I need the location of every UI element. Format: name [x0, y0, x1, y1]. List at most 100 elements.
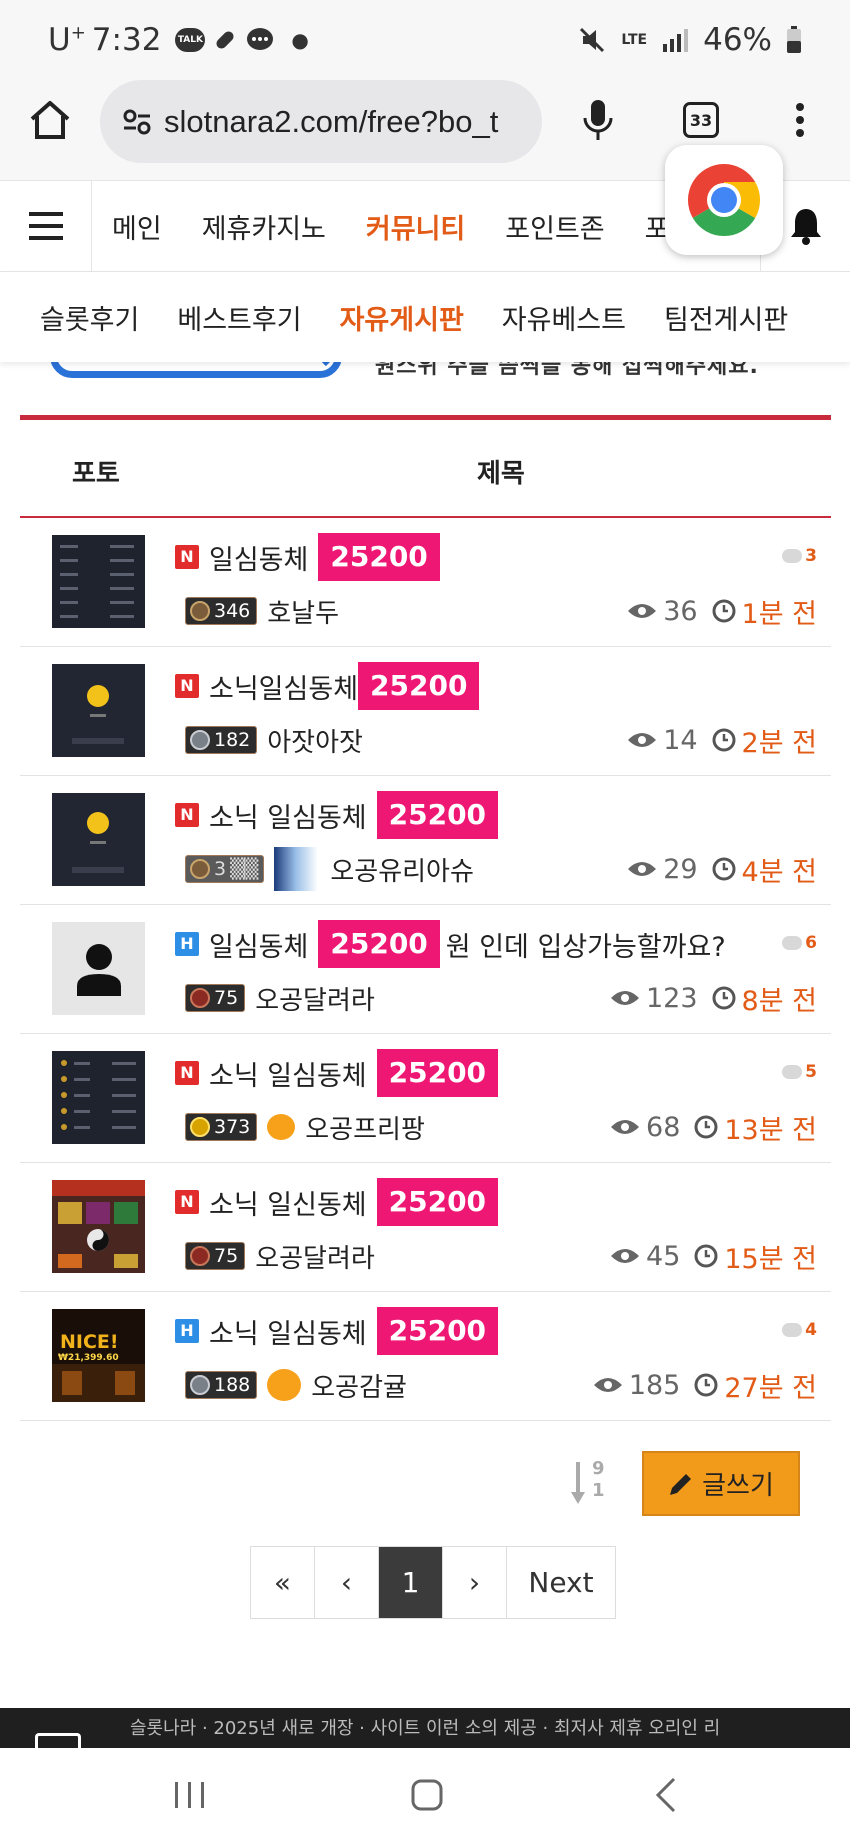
battery-icon [787, 26, 801, 53]
post-thumbnail[interactable] [52, 793, 145, 886]
view-count: 29 [663, 853, 698, 885]
voice-search-button[interactable] [570, 92, 626, 148]
home-icon [30, 101, 70, 139]
post-title[interactable]: N 소닉일심동체 25200 [175, 662, 480, 710]
clock-icon [694, 1115, 718, 1139]
post-row[interactable]: N 일심동체 25200 3 346 호날두 36 1분 전 [20, 518, 831, 647]
post-row[interactable]: N 소닉일심동체 25200 182 아잣아잣 14 2분 전 [20, 647, 831, 776]
post-title[interactable]: N 소닉 일심동체 25200 [175, 1049, 499, 1097]
post-thumbnail[interactable] [52, 1180, 145, 1273]
home-nav-button[interactable] [397, 1768, 457, 1822]
page-next-button[interactable]: Next [507, 1547, 615, 1618]
post-author[interactable]: 3 ▒▒ 오공유리아슈 [185, 847, 474, 891]
amount-tag: 25200 [318, 920, 440, 968]
comment-icon [782, 1065, 803, 1079]
post-row[interactable]: N 소닉 일심동체 25200 3 ▒▒ 오공유리아슈 29 4분 전 [20, 776, 831, 905]
write-button[interactable]: 글쓰기 [642, 1451, 800, 1516]
clock-icon [694, 1244, 718, 1268]
home-button[interactable] [22, 92, 78, 148]
subnav-best-review[interactable]: 베스트후기 [177, 298, 301, 337]
post-stats: 68 13분 전 [610, 1109, 817, 1146]
post-author[interactable]: 75 오공달려라 [185, 980, 375, 1016]
address-bar[interactable]: slotnara2.com/free?bo_t [100, 80, 542, 163]
tab-switcher-button[interactable]: 33 [673, 92, 729, 148]
subnav-team-board[interactable]: 팀전게시판 [664, 298, 788, 337]
nav-main[interactable]: 메인 [112, 207, 162, 246]
author-name: 호날두 [267, 598, 340, 629]
sort-button[interactable]: 9 1 [570, 1458, 610, 1506]
post-time: 15분 전 [724, 1243, 817, 1275]
post-thumbnail[interactable] [52, 922, 145, 1015]
menu-button[interactable] [0, 181, 92, 271]
page-prev-button[interactable]: ‹ [315, 1547, 379, 1618]
nav-community[interactable]: 커뮤니티 [366, 207, 465, 246]
page-current[interactable]: 1 [379, 1547, 443, 1618]
microphone-icon [583, 100, 613, 140]
new-badge-icon: N [175, 803, 199, 827]
system-nav-bar [0, 1748, 850, 1842]
nav-point-zone[interactable]: 포인트존 [505, 207, 604, 246]
post-thumbnail[interactable] [52, 535, 145, 628]
post-thumbnail[interactable] [52, 1051, 145, 1144]
subnav-free-board[interactable]: 자유게시판 [340, 298, 464, 337]
recent-apps-icon [175, 1782, 204, 1808]
level-badge: 3 ▒▒ [185, 855, 265, 883]
eye-icon [593, 1378, 622, 1392]
post-row[interactable]: H 일심동체 25200 원 인데 입상가능할까요? 6 75 오공달려라 123 8분… [20, 905, 831, 1034]
comment-icon [782, 936, 803, 950]
comment-count: 3 [782, 546, 817, 566]
footer-logo-icon [35, 1733, 81, 1748]
comment-icon [782, 549, 803, 563]
post-row[interactable]: NICE! ₩21,399.60 H 소닉 일심동체 25200 4 188 오공감귤… [20, 1292, 831, 1421]
post-author[interactable]: 346 호날두 [185, 593, 339, 629]
chrome-bubble[interactable] [665, 145, 783, 255]
post-row[interactable]: N 소닉 일신동체 25200 75 오공달려라 45 15분 전 [20, 1163, 831, 1292]
post-author[interactable]: 75 오공달려라 [185, 1238, 375, 1274]
post-title[interactable]: N 소닉 일심동체 25200 [175, 791, 499, 839]
clock-icon [694, 1373, 718, 1397]
post-author[interactable]: 373 오공프리팡 [185, 1109, 425, 1145]
post-time: 8분 전 [741, 985, 817, 1017]
browser-menu-button[interactable] [772, 92, 828, 148]
post-time: 27분 전 [724, 1372, 817, 1404]
clock-icon [712, 728, 736, 752]
post-thumbnail[interactable]: NICE! ₩21,399.60 [52, 1309, 145, 1402]
post-row[interactable]: N 소닉 일심동체 25200 5 373 오공프리팡 68 13분 전 [20, 1034, 831, 1163]
win-title: NICE! [60, 1331, 119, 1353]
post-title[interactable]: N 소닉 일신동체 25200 [175, 1178, 499, 1226]
post-title[interactable]: H 소닉 일심동체 25200 [175, 1307, 499, 1355]
view-count: 123 [646, 982, 698, 1014]
level-badge: 75 [185, 984, 246, 1012]
header-title: 제목 [477, 459, 525, 489]
sub-nav: 슬롯후기 베스트후기 자유게시판 자유베스트 팀전게시판 [0, 272, 850, 362]
recent-apps-button[interactable] [160, 1768, 220, 1822]
tangerine-icon [267, 1114, 296, 1140]
level-badge: 346 [185, 597, 258, 625]
page-next-arrow-button[interactable]: › [443, 1547, 507, 1618]
hot-badge-icon: H [175, 1319, 199, 1343]
kakaotalk-icon: TALK [175, 28, 206, 52]
comment-count: 5 [782, 1062, 817, 1082]
more-vert-icon [796, 103, 804, 137]
amount-tag: 25200 [376, 1049, 499, 1097]
page-first-button[interactable]: « [251, 1547, 315, 1618]
site-settings-icon[interactable] [122, 108, 152, 136]
hot-badge-icon: H [175, 932, 199, 956]
tab-count: 33 [683, 102, 719, 138]
subnav-free-best[interactable]: 자유베스트 [502, 298, 626, 337]
bell-icon [790, 209, 821, 245]
post-author[interactable]: 188 오공감귤 [185, 1367, 407, 1403]
post-author[interactable]: 182 아잣아잣 [185, 722, 363, 758]
back-button[interactable] [636, 1768, 696, 1822]
network-type: LTE [621, 32, 648, 48]
subnav-slot-review[interactable]: 슬롯후기 [40, 298, 139, 337]
level-badge: 75 [185, 1242, 246, 1270]
post-title[interactable]: H 일심동체 25200 원 인데 입상가능할까요? [175, 920, 726, 968]
level-badge: 373 [185, 1113, 258, 1141]
table-header: 포토 제목 [20, 420, 831, 518]
pagination: « ‹ 1 › Next [250, 1546, 616, 1619]
post-title[interactable]: N 일심동체 25200 [175, 533, 440, 581]
post-thumbnail[interactable] [52, 664, 145, 757]
view-count: 45 [646, 1240, 681, 1272]
nav-partner-casino[interactable]: 제휴카지노 [202, 207, 326, 246]
